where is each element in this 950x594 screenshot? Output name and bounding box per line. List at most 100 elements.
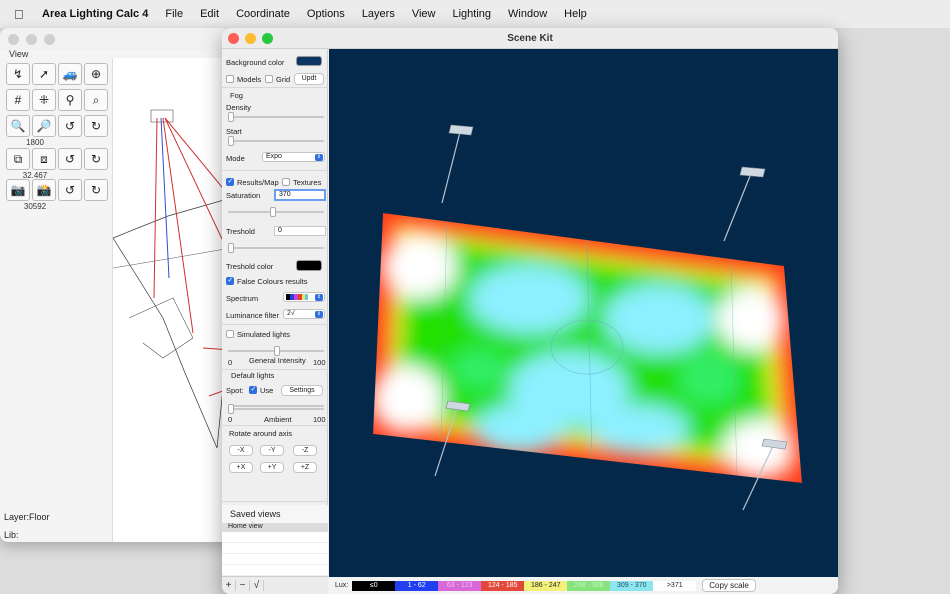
textures-option[interactable]: Textures [282, 178, 321, 187]
spot-use-option[interactable]: Use [249, 385, 273, 395]
lighting-heatmap-3d [373, 124, 802, 511]
add-view-button[interactable]: + [222, 580, 236, 591]
rotate-x-cw-icon[interactable]: ↻ [84, 115, 108, 137]
background-color-well[interactable] [296, 56, 322, 66]
close-button[interactable] [8, 33, 19, 45]
results-map-option[interactable]: Results/Map [226, 177, 279, 187]
zoom-area-icon[interactable]: ⌕ [84, 89, 108, 111]
drawing-canvas[interactable] [112, 58, 230, 542]
rotate-z-ccw-icon[interactable]: ↺ [58, 179, 82, 201]
legend-range: 1 - 62 [395, 580, 439, 591]
simulated-lights-option[interactable]: Simulated lights [226, 330, 290, 339]
treshold-slider[interactable] [228, 243, 324, 253]
spot-settings-button[interactable]: Settings [281, 385, 323, 396]
mode-select[interactable]: Expo ⇕ [262, 152, 325, 162]
default-lights-label: Default lights [231, 371, 275, 380]
layer-status: Layer:Floor [4, 512, 50, 522]
scene-settings-sidebar: Background color Models Grid Updt Fog De… [222, 49, 328, 594]
grid-option[interactable]: Grid [265, 75, 290, 84]
camera-icon[interactable]: 📷 [6, 179, 30, 201]
saved-view-item[interactable]: Home view [222, 523, 328, 532]
lux-label: Lux: [335, 582, 349, 589]
saturation-slider[interactable] [228, 207, 324, 217]
drawing-canvas-svg [112, 109, 230, 449]
luminance-filter-select[interactable]: 2√ ⇕ [283, 309, 325, 319]
menu-help[interactable]: Help [564, 8, 587, 20]
rotate-minus-y-button[interactable]: -Y [260, 445, 284, 456]
menu-edit[interactable]: Edit [200, 8, 219, 20]
target-icon[interactable]: ⊕ [84, 63, 108, 85]
zoom-in-icon[interactable]: 🔎 [32, 115, 56, 137]
legend-range: 309 - 370 [610, 580, 654, 591]
chevron-updown-icon: ⇕ [315, 311, 323, 318]
rotate-x-ccw-icon[interactable]: ↺ [58, 115, 82, 137]
menu-window[interactable]: Window [508, 8, 547, 20]
menu-options[interactable]: Options [307, 8, 345, 20]
light-pole-icon[interactable]: ⚲ [58, 89, 82, 111]
ambient-slider[interactable] [228, 404, 324, 414]
remove-view-button[interactable]: − [236, 580, 250, 591]
results-map-checkbox[interactable] [226, 177, 234, 186]
density-label: Density [226, 103, 252, 112]
legend-range: 248 - 308 [567, 580, 611, 591]
zoom-out-icon[interactable]: 🔍 [6, 115, 30, 137]
rotate-z-cw-icon[interactable]: ↻ [84, 179, 108, 201]
textures-checkbox[interactable] [282, 178, 290, 186]
main-drawing-window: View ↯ ➚ 🚙 ⊕ # ⁜ ⚲ ⌕ 🔍 🔎 ↺ ↻ 1800 ⧉ ⧈ ↺ … [0, 28, 230, 542]
spectrum-label: Spectrum [226, 294, 259, 303]
menu-lighting[interactable]: Lighting [453, 8, 492, 20]
update-button[interactable]: Updt [294, 73, 324, 85]
spectrum-select[interactable]: ⇕ [283, 292, 325, 302]
false-colours-checkbox[interactable] [226, 276, 234, 285]
legend-range: 186 - 247 [524, 580, 568, 591]
models-option[interactable]: Models [226, 75, 261, 84]
density-slider[interactable] [228, 112, 324, 122]
menu-file[interactable]: File [165, 8, 183, 20]
grid-icon[interactable]: # [6, 89, 30, 111]
camera-add-icon[interactable]: 📸 [32, 179, 56, 201]
select-tool-icon[interactable]: ➚ [32, 63, 56, 85]
fit-view-icon[interactable]: ⧉ [6, 148, 30, 170]
general-max-label: 100 [313, 358, 326, 367]
ambient-label: Ambient [264, 415, 292, 424]
legend-range: 63 - 123 [438, 580, 482, 591]
car-icon[interactable]: 🚙 [58, 63, 82, 85]
rotate-minus-z-button[interactable]: -Z [293, 445, 317, 456]
zoom-button[interactable] [44, 33, 55, 45]
apple-icon[interactable]:  [14, 7, 28, 22]
menu-coordinate[interactable]: Coordinate [236, 8, 290, 20]
copy-scale-button[interactable]: Copy scale [702, 579, 756, 592]
false-colours-option[interactable]: False Colours results [226, 276, 307, 286]
rotate-minus-x-button[interactable]: -X [229, 445, 253, 456]
app-menu[interactable]: Area Lighting Calc 4 [42, 8, 148, 20]
spot-use-checkbox[interactable] [249, 385, 257, 394]
simulated-lights-checkbox[interactable] [226, 330, 234, 338]
divider [222, 501, 328, 502]
back-window-titlebar [0, 28, 230, 50]
rotate-y-cw-icon[interactable]: ↻ [84, 148, 108, 170]
ambient-min-label: 0 [228, 415, 233, 424]
treshold-field[interactable]: 0 [274, 226, 326, 236]
menu-layers[interactable]: Layers [362, 8, 395, 20]
saturation-field[interactable]: 370 [274, 189, 326, 201]
treshold-color-well[interactable] [296, 260, 322, 271]
rotate-plus-y-button[interactable]: +Y [260, 462, 284, 473]
grid-checkbox[interactable] [265, 75, 273, 83]
rotate-plus-x-button[interactable]: +X [229, 462, 253, 473]
general-intensity-slider[interactable] [228, 346, 324, 356]
rotate-plus-z-button[interactable]: +Z [293, 462, 317, 473]
minimize-button[interactable] [26, 33, 37, 45]
scene-viewport[interactable] [329, 49, 838, 577]
view-label: View [9, 49, 29, 59]
menu-view[interactable]: View [412, 8, 436, 20]
apply-view-button[interactable]: √ [250, 580, 264, 591]
models-checkbox[interactable] [226, 75, 234, 83]
fit-selection-icon[interactable]: ⧈ [32, 148, 56, 170]
pan-tool-icon[interactable]: ↯ [6, 63, 30, 85]
rotate-y-ccw-icon[interactable]: ↺ [58, 148, 82, 170]
grid-dots-icon[interactable]: ⁜ [32, 89, 56, 111]
floodlight-icon [150, 109, 174, 123]
start-slider[interactable] [228, 136, 324, 146]
textures-label: Textures [293, 178, 322, 187]
rotate-axis-label: Rotate around axis [229, 429, 292, 438]
